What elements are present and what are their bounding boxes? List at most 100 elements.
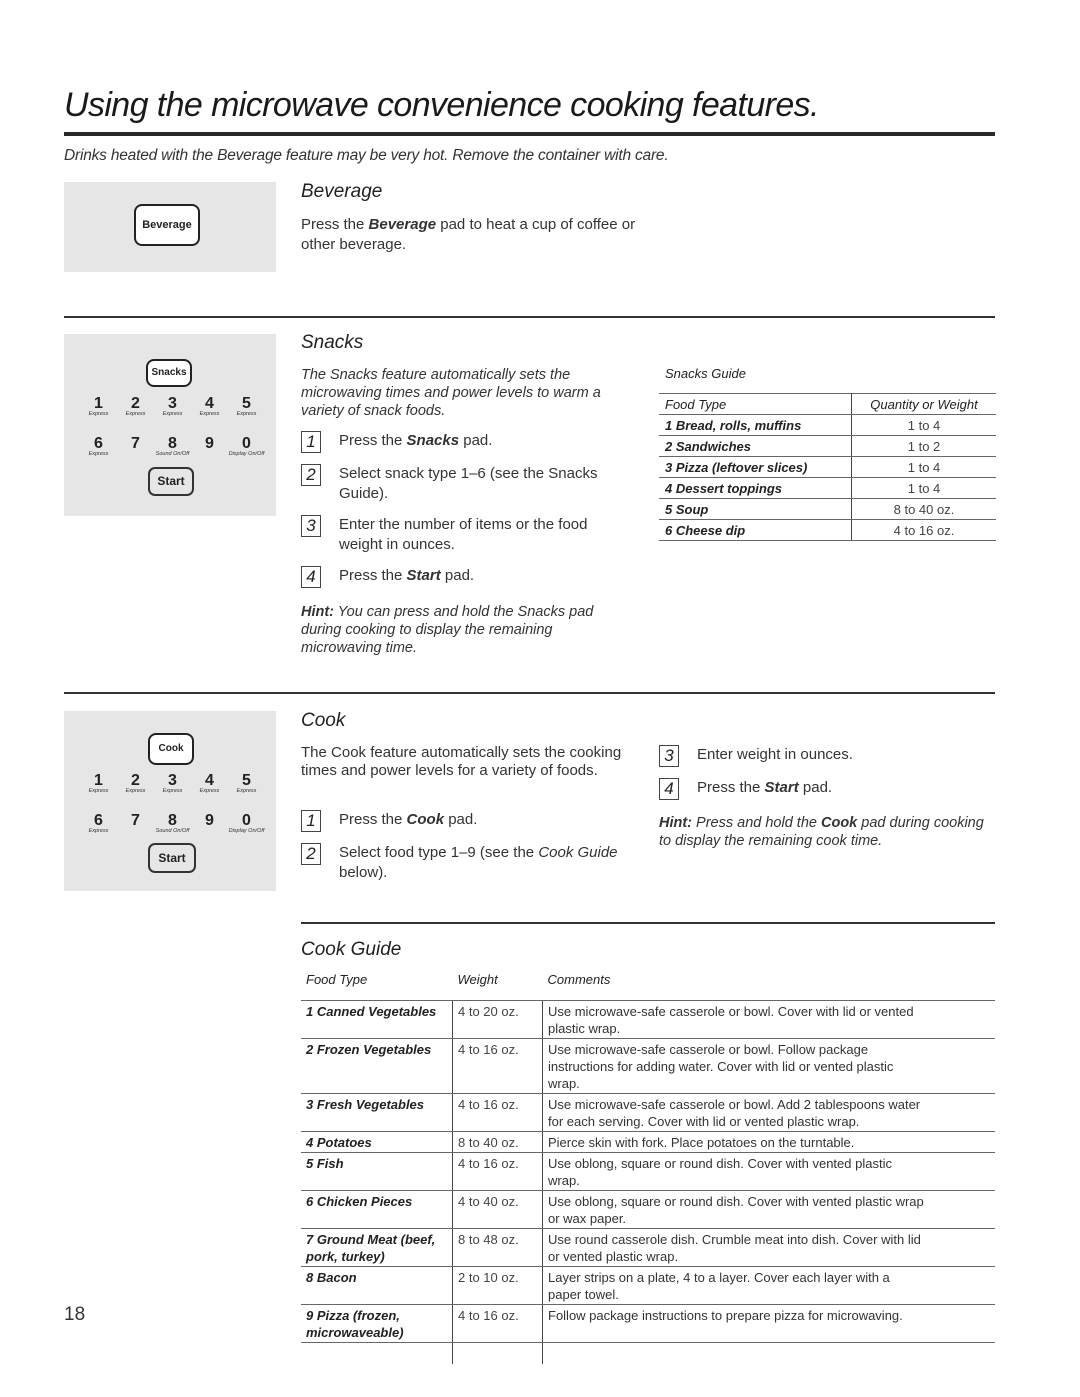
table-row: 3 Fresh Vegetables 4 to 16 oz. Use microwa… [301, 1093, 995, 1132]
key-sublabel: Express [236, 788, 257, 794]
snacks-guide-title: Snacks Guide [665, 366, 746, 381]
key-digit: 0 [242, 435, 251, 452]
key-digit: 8 [168, 812, 177, 829]
key-sublabel: Express [236, 411, 257, 417]
key-digit: 2 [131, 772, 140, 789]
weight-cell: 4 to 16 oz. [452, 1304, 543, 1343]
snacks-heading: Snacks [301, 332, 364, 353]
keypad-row-1: 1 Express 2 Express 3 Express 4 Express 5 Express [80, 773, 265, 795]
food-type-cell: 4 Dessert toppings [659, 477, 852, 499]
key-digit: 7 [131, 812, 140, 829]
key-digit: 5 [242, 772, 251, 789]
keypad-key-7: 7 [117, 813, 154, 835]
beverage-panel: Beverage [64, 182, 276, 272]
keypad-key-6: 6 Express [80, 436, 117, 458]
table-row: 5 Fish 4 to 16 oz. Use oblong, square or r… [301, 1152, 995, 1191]
weight-cell: 4 to 20 oz. [452, 1000, 543, 1039]
snacks-step-2: 2 Select snack type 1–6 (see the Snacks … [301, 464, 621, 504]
cook-guide-heading: Cook Guide [301, 939, 402, 960]
snacks-steps: 1 Press the Snacks pad. 2 Select snack t… [301, 431, 621, 588]
table-header-row: Food Type Weight Comments [301, 970, 995, 1001]
table-row: 2 Frozen Vegetables 4 to 16 oz. Use microw… [301, 1038, 995, 1094]
food-type-cell: 4 Potatoes [301, 1131, 453, 1153]
comments-cell: Use round casserole dish. Crumble meat i… [542, 1228, 995, 1267]
food-type-cell: 5 Soup [659, 498, 852, 520]
food-type-cell: 2 Sandwiches [659, 435, 852, 457]
header-food-type: Food Type [301, 970, 453, 1001]
cook-step-1: 1 Press the Cook pad. [301, 810, 631, 832]
quantity-cell: 1 to 4 [851, 477, 996, 499]
keypad-key-9: 9 [191, 436, 228, 458]
keypad-key-0: 0 Display On/Off [228, 813, 265, 835]
key-sublabel: Express [199, 411, 220, 417]
snacks-step-3: 3 Enter the number of items or the food … [301, 515, 621, 555]
section-divider [64, 316, 995, 318]
key-digit: 5 [242, 395, 251, 412]
key-digit: 4 [205, 395, 214, 412]
start-pad-button: Start [148, 467, 194, 496]
key-digit: 7 [131, 435, 140, 452]
keypad-key-7: 7 [117, 436, 154, 458]
food-type-cell: 9 Pizza (frozen, microwaveable) [301, 1304, 453, 1343]
weight-cell: 4 to 16 oz. [452, 1093, 543, 1132]
keypad-key-5: 5 Express [228, 396, 265, 418]
comments-cell: Use oblong, square or round dish. Cover … [542, 1152, 995, 1191]
keypad-key-0: 0 Display On/Off [228, 436, 265, 458]
comments-cell: Use microwave-safe casserole or bowl. Fo… [542, 1038, 995, 1094]
key-sublabel: Display On/Off [228, 451, 265, 457]
cook-steps-left: 1 Press the Cook pad. 2 Select food type… [301, 810, 631, 883]
quantity-cell: 8 to 40 oz. [851, 498, 996, 520]
key-sublabel: Express [162, 411, 183, 417]
cook-keypad-panel: Cook 1 Express 2 Express 3 Express 4 Express 5 Ex… [64, 711, 276, 891]
section-divider [64, 692, 995, 694]
weight-cell: 2 to 10 oz. [452, 1266, 543, 1305]
keypad-key-1: 1 Express [80, 773, 117, 795]
header-weight: Weight [452, 970, 543, 1001]
keypad-key-9: 9 [191, 813, 228, 835]
table-row: 6 Cheese dip 4 to 16 oz. [659, 519, 996, 541]
page-number: 18 [64, 1304, 86, 1325]
keypad-key-2: 2 Express [117, 396, 154, 418]
key-sublabel: Express [88, 788, 109, 794]
beverage-description: Press the Beverage pad to heat a cup of … [301, 216, 636, 253]
key-sublabel: Express [125, 788, 146, 794]
beverage-heading: Beverage [301, 181, 383, 202]
snacks-keypad-panel: Snacks 1 Express 2 Express 3 Express 4 Express 5… [64, 334, 276, 516]
food-type-cell: 6 Chicken Pieces [301, 1190, 453, 1229]
key-digit: 1 [94, 395, 103, 412]
comments-cell: Layer strips on a plate, 4 to a layer. C… [542, 1266, 995, 1305]
keypad-key-4: 4 Express [191, 396, 228, 418]
comments-cell: Follow package instructions to prepare p… [542, 1304, 995, 1343]
food-type-cell: 3 Pizza (leftover slices) [659, 456, 852, 478]
table-row: 4 Dessert toppings 1 to 4 [659, 477, 996, 499]
cook-hint: Hint: Press and hold the Cook pad during… [659, 815, 984, 849]
table-row: 9 Pizza (frozen, microwaveable) 4 to 16 o… [301, 1304, 995, 1343]
key-sublabel: Display On/Off [228, 828, 265, 834]
keypad-key-8: 8 Sound On/Off [154, 436, 191, 458]
key-digit: 8 [168, 435, 177, 452]
key-sublabel: Express [199, 788, 220, 794]
key-sublabel: Sound On/Off [155, 451, 190, 457]
keypad-key-8: 8 Sound On/Off [154, 813, 191, 835]
key-digit: 9 [205, 435, 214, 452]
table-row: 5 Soup 8 to 40 oz. [659, 498, 996, 520]
cook-step-3: 3 Enter weight in ounces. [659, 745, 989, 767]
keypad-row-1: 1 Express 2 Express 3 Express 4 Express 5 Express [80, 396, 265, 418]
key-digit: 3 [168, 772, 177, 789]
keypad-key-1: 1 Express [80, 396, 117, 418]
food-type-cell: 8 Bacon [301, 1266, 453, 1305]
section-divider [301, 922, 995, 924]
cook-step-2: 2 Select food type 1–9 (see the Cook Gui… [301, 843, 631, 883]
header-quantity: Quantity or Weight [851, 393, 996, 415]
safety-note: Drinks heated with the Beverage feature … [64, 147, 669, 164]
table-row: 7 Ground Meat (beef, pork, turkey) 8 to 4… [301, 1228, 995, 1267]
food-type-cell: 3 Fresh Vegetables [301, 1093, 453, 1132]
table-row: 8 Bacon 2 to 10 oz. Layer strips on a plat… [301, 1266, 995, 1305]
page-title: Using the microwave convenience cooking … [64, 86, 820, 124]
keypad-key-2: 2 Express [117, 773, 154, 795]
comments-cell: Pierce skin with fork. Place potatoes on… [542, 1131, 995, 1153]
header-food-type: Food Type [659, 393, 852, 415]
table-row: 6 Chicken Pieces 4 to 40 oz. Use oblong, s… [301, 1190, 995, 1229]
snacks-step-1: 1 Press the Snacks pad. [301, 431, 621, 453]
key-digit: 0 [242, 812, 251, 829]
